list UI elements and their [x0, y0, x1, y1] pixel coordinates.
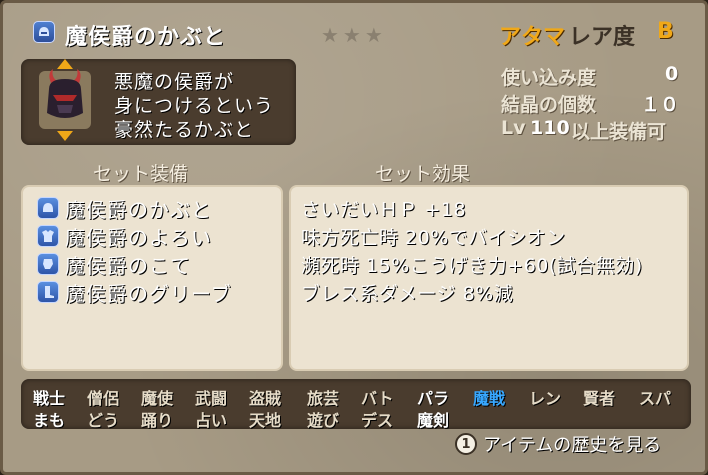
rarity-label: レア度 — [569, 25, 636, 50]
demon-helmet-icon — [39, 69, 91, 129]
set-item-label: 魔侯爵のよろい — [65, 225, 212, 250]
star-rating: ★★★ — [321, 23, 387, 47]
description-line-1: 悪魔の侯爵が — [114, 71, 235, 93]
job-warrior: 戦士 — [33, 389, 66, 408]
job-superstar: スパ — [639, 389, 672, 408]
item-title: 魔侯爵のかぶと — [65, 25, 227, 50]
greaves-icon — [37, 281, 59, 303]
description-line-2: 身につけるという — [114, 95, 275, 117]
level-value: 110 — [530, 117, 570, 139]
set-item-label: 魔侯爵のグリーブ — [65, 281, 232, 306]
scroll-down-icon[interactable] — [57, 131, 73, 141]
set-item-label: 魔侯爵のかぶと — [65, 197, 212, 222]
description-line-3: 豪然たるかぶと — [114, 119, 255, 141]
job-magic-swordsman: 魔剣 — [417, 411, 450, 430]
job-dancer: 踊り — [141, 411, 174, 430]
set-item-label: 魔侯爵のこて — [65, 253, 191, 278]
crystal-count-value: １０ — [641, 94, 680, 116]
job-druid: 天地 — [249, 411, 282, 430]
set-effect-line: ブレス系ダメージ 8%減 — [301, 283, 514, 305]
job-thief: 盗賊 — [249, 389, 282, 408]
equipment-category: アタマ — [499, 25, 566, 50]
helmet-icon — [33, 21, 55, 43]
level-prefix: Lv — [501, 117, 526, 139]
gauntlet-icon — [37, 253, 59, 275]
job-priest: 僧侶 — [87, 389, 120, 408]
job-martial-artist: 武闘 — [195, 389, 228, 408]
item-portrait[interactable] — [37, 59, 93, 141]
set-item-armor[interactable]: 魔侯爵のよろい — [37, 223, 212, 250]
usage-label: 使い込み度 — [501, 67, 597, 89]
level-requirement: 以上装備可 — [571, 121, 667, 143]
armor-icon — [37, 225, 59, 247]
job-ranger: レン — [529, 389, 562, 408]
job-mage: 魔使 — [141, 389, 174, 408]
item-history-label: アイテムの歴史を見る — [483, 435, 662, 456]
set-item-gauntlet[interactable]: 魔侯爵のこて — [37, 251, 191, 278]
set-effect-line: さいだいＨＰ +18 — [301, 199, 467, 221]
job-tool-user: どう — [87, 411, 120, 430]
scroll-up-icon[interactable] — [57, 59, 73, 69]
job-death-master: デス — [361, 411, 394, 430]
set-effect-heading: セット効果 — [375, 163, 471, 185]
set-equipment-heading: セット装備 — [93, 163, 189, 185]
rarity-value: B — [657, 19, 674, 44]
job-minstrel: 旅芸 — [307, 389, 340, 408]
job-battle-master: バト — [361, 389, 394, 408]
crystal-count-label: 結晶の個数 — [501, 94, 597, 116]
job-guardian: まも — [33, 411, 66, 430]
item-history-button[interactable]: 1 アイテムの歴史を見る — [455, 431, 661, 457]
job-sage: 賢者 — [583, 389, 616, 408]
job-gadabout: 遊び — [307, 411, 340, 430]
job-fortune-teller: 占い — [195, 411, 228, 430]
job-paladin: パラ — [417, 389, 450, 408]
usage-value: 0 — [665, 63, 679, 85]
helmet-icon — [37, 197, 59, 219]
set-effect-line: 瀕死時 15%こうげき力+60(試合無効) — [301, 255, 643, 277]
button-1-icon: 1 — [455, 433, 477, 455]
set-item-greaves[interactable]: 魔侯爵のグリーブ — [37, 279, 232, 306]
job-magic-warrior: 魔戦 — [473, 389, 506, 408]
set-effect-line: 味方死亡時 20%でバイシオン — [301, 227, 566, 249]
item-detail-window: 魔侯爵のかぶと ★★★ アタマ レア度 B 悪魔の侯爵が 身につけるという 豪然… — [0, 0, 708, 475]
set-item-helmet[interactable]: 魔侯爵のかぶと — [37, 195, 212, 222]
